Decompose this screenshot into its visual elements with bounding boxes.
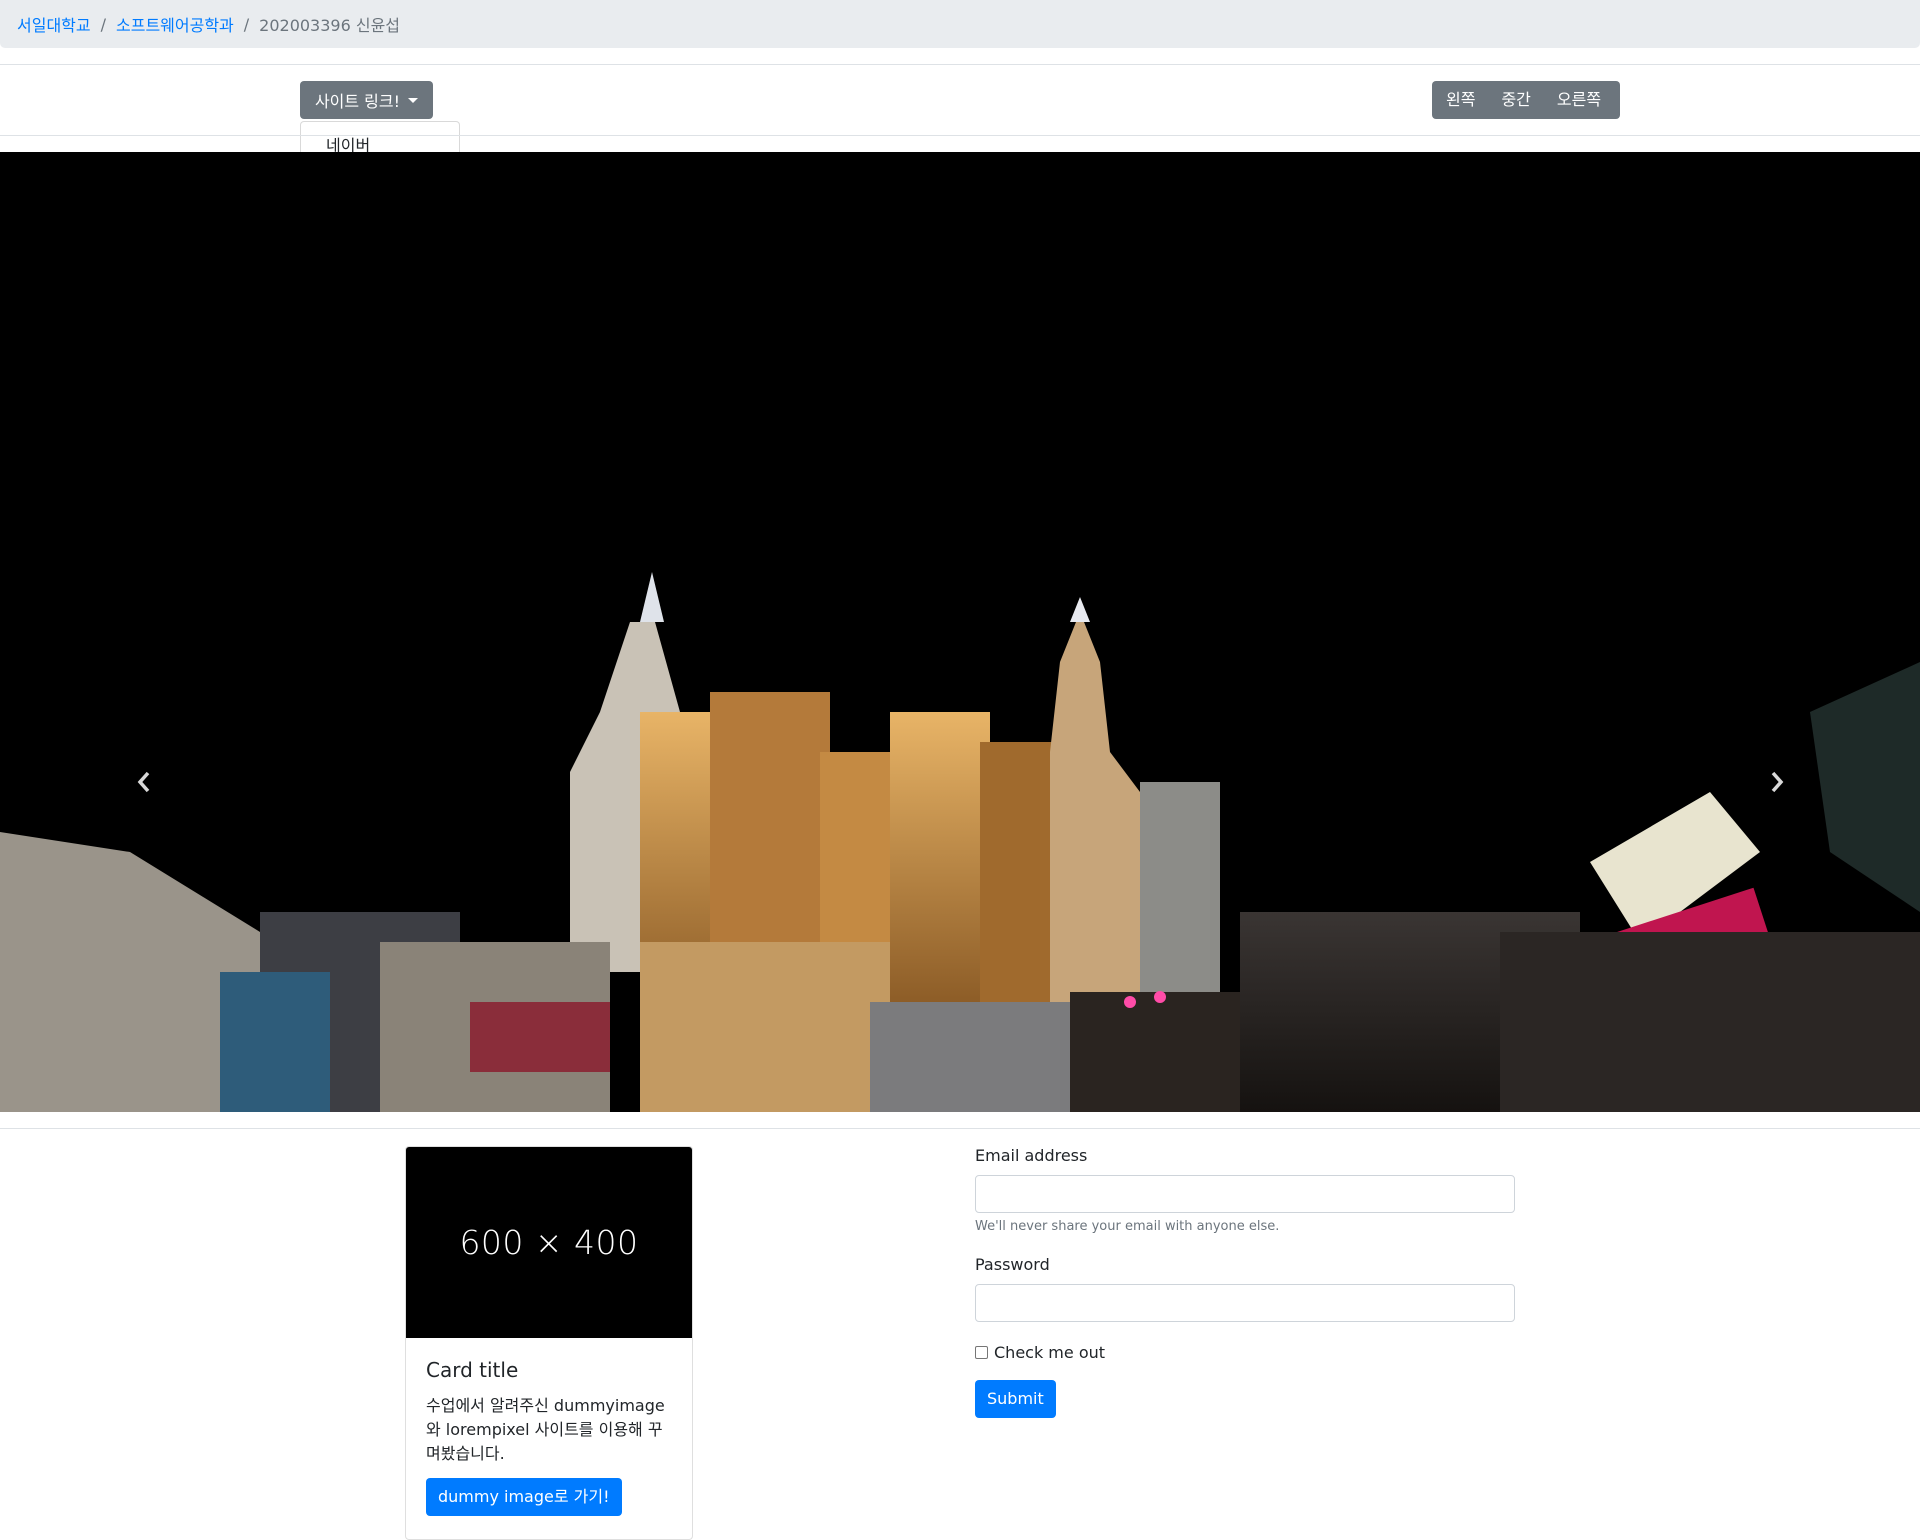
site-links-dropdown-button[interactable]: 사이트 링크! bbox=[300, 81, 433, 119]
email-group: Email address We'll never share your ema… bbox=[975, 1146, 1515, 1234]
password-field[interactable] bbox=[975, 1284, 1515, 1322]
divider bbox=[0, 64, 1920, 65]
dropdown-label: 사이트 링크! bbox=[314, 92, 401, 111]
left-button[interactable]: 왼쪽 bbox=[1432, 81, 1488, 119]
caret-down-icon bbox=[408, 97, 419, 103]
breadcrumb-separator: / bbox=[100, 14, 106, 34]
right-button[interactable]: 오른쪽 bbox=[1544, 81, 1614, 119]
card-body: Card title 수업에서 알려주신 dummyimage와 lorempi… bbox=[406, 1338, 692, 1536]
image-carousel bbox=[0, 152, 1920, 1112]
city-night-image bbox=[0, 152, 1920, 1112]
alignment-button-group: 왼쪽 중간 오른쪽 bbox=[1432, 81, 1620, 119]
divider bbox=[0, 1128, 1920, 1129]
card: 600 × 400 Card title 수업에서 알려주신 dummyimag… bbox=[405, 1146, 693, 1540]
breadcrumb-active-item: 202003396 신윤섭 bbox=[259, 16, 401, 35]
check-me-out-label[interactable]: Check me out bbox=[994, 1343, 1105, 1362]
breadcrumb-link-department[interactable]: 소프트웨어공학과 bbox=[116, 12, 234, 36]
breadcrumb: 서일대학교 / 소프트웨어공학과 / 202003396 신윤섭 bbox=[0, 0, 1920, 48]
password-label: Password bbox=[975, 1255, 1050, 1274]
card-text: 수업에서 알려주신 dummyimage와 lorempixel 사이트를 이용… bbox=[426, 1396, 665, 1463]
card-title: Card title bbox=[426, 1358, 519, 1382]
breadcrumb-link-school[interactable]: 서일대학교 bbox=[17, 12, 91, 36]
dummy-image-link-button[interactable]: dummy image로 가기! bbox=[426, 1478, 622, 1516]
carousel-next-button[interactable] bbox=[1757, 762, 1797, 802]
check-me-out-checkbox[interactable] bbox=[975, 1346, 988, 1359]
email-field[interactable] bbox=[975, 1175, 1515, 1213]
divider bbox=[0, 135, 1920, 136]
carousel-prev-button[interactable] bbox=[124, 762, 164, 802]
check-me-out-row: Check me out bbox=[975, 1343, 1105, 1362]
chevron-right-icon bbox=[1771, 771, 1784, 793]
chevron-left-icon bbox=[137, 771, 150, 793]
password-group: Password bbox=[975, 1255, 1515, 1322]
email-help-text: We'll never share your email with anyone… bbox=[975, 1219, 1280, 1234]
middle-button[interactable]: 중간 bbox=[1488, 81, 1543, 119]
card-image-text: 600 × 400 bbox=[459, 1223, 639, 1262]
submit-button[interactable]: Submit bbox=[975, 1380, 1056, 1418]
breadcrumb-separator: / bbox=[243, 14, 250, 34]
email-label: Email address bbox=[975, 1146, 1088, 1165]
card-image-placeholder: 600 × 400 bbox=[406, 1147, 692, 1338]
